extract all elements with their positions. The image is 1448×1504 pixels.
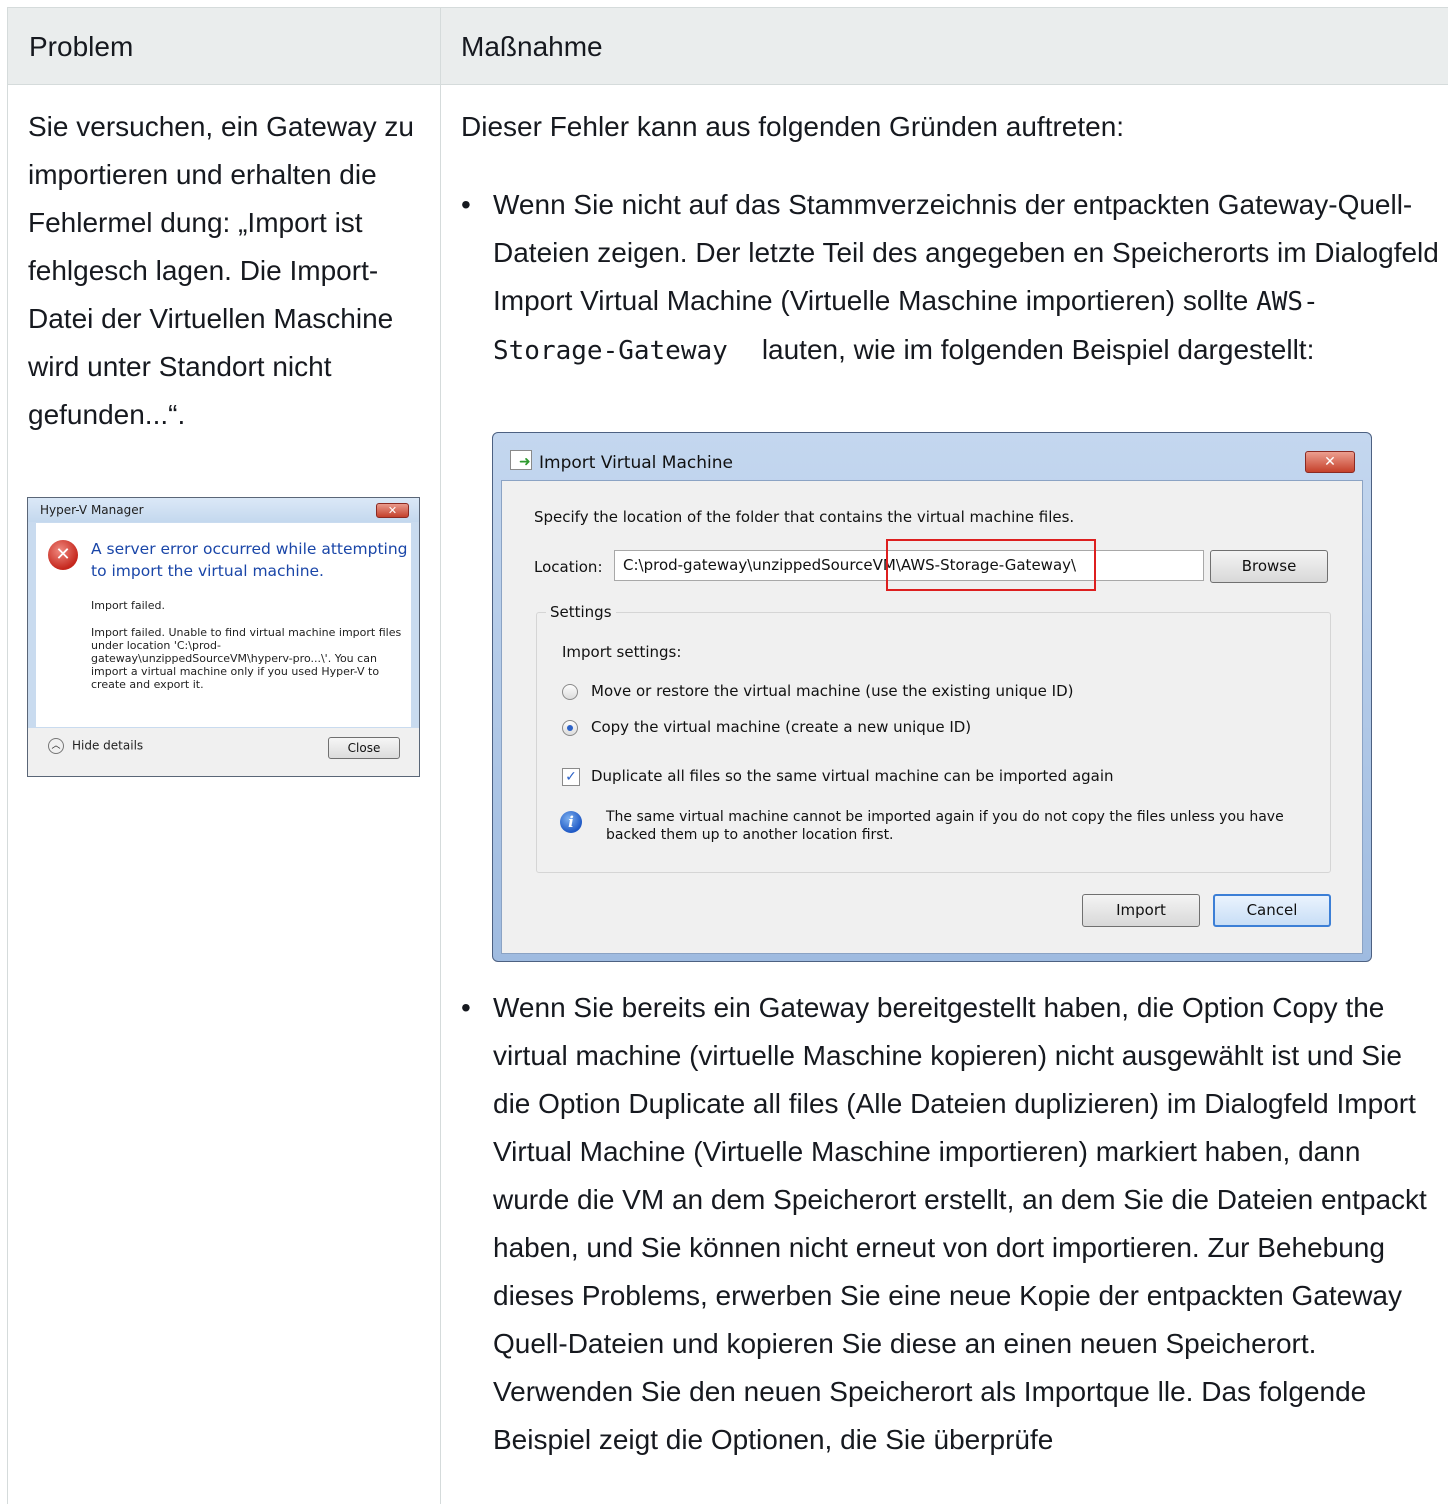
import-instruction: Specify the location of the folder that … [534, 508, 1075, 526]
hyperv-sub-message: Import failed. [91, 599, 165, 612]
radio-copy[interactable] [562, 720, 578, 736]
duplicate-checkbox[interactable]: ✓ [562, 768, 580, 786]
chevron-up-icon: ︿ [48, 738, 64, 754]
option-copy-label[interactable]: Copy the virtual machine (create a new u… [591, 718, 971, 736]
error-icon: ✕ [48, 540, 78, 570]
header-problem: Problem [29, 31, 134, 62]
import-titlebar: ➜ Import Virtual Machine ✕ [493, 433, 1371, 473]
hyperv-footer: ︿ Hide details Close [28, 728, 419, 776]
option-move-label[interactable]: Move or restore the virtual machine (use… [591, 682, 1073, 700]
hyperv-title: Hyper-V Manager [40, 503, 144, 517]
hyperv-error-dialog: Hyper-V Manager ✕ ✕ A server error occur… [27, 497, 420, 777]
settings-label: Settings [546, 603, 616, 621]
bullet-2-text: Wenn Sie bereits ein Gateway bereitgeste… [493, 992, 1427, 1455]
cancel-button[interactable]: Cancel [1213, 894, 1331, 927]
info-text: The same virtual machine cannot be impor… [606, 809, 1284, 843]
info-icon: i [560, 811, 582, 833]
highlight-box [886, 539, 1096, 591]
bullet-1-text: Wenn Sie nicht auf das Stammverzeichnis … [493, 181, 1443, 375]
hyperv-main-message: A server error occurred while attempting… [91, 540, 408, 580]
import-vm-dialog: ➜ Import Virtual Machine ✕ Specify the l… [492, 432, 1372, 962]
location-label: Location: [534, 558, 603, 576]
hyperv-body: ✕ A server error occurred while attempti… [36, 523, 411, 727]
measure-intro: Dieser Fehler kann aus folgenden Gründen… [461, 111, 1125, 142]
close-button[interactable]: Close [328, 737, 400, 759]
duplicate-label[interactable]: Duplicate all files so the same virtual … [591, 767, 1114, 785]
hyperv-detail-message: Import failed. Unable to find virtual ma… [91, 626, 402, 691]
import-button[interactable]: Import [1082, 894, 1200, 927]
close-icon[interactable]: ✕ [1305, 451, 1355, 473]
column-divider [440, 7, 441, 1504]
bullet-1-after: lauten, wie im folgenden Beispiel darges… [761, 334, 1315, 365]
hide-details-label: Hide details [72, 738, 144, 753]
problem-description: Sie versuchen, ein Gateway zu importiere… [28, 111, 414, 430]
browse-button[interactable]: Browse [1210, 550, 1328, 583]
radio-move[interactable] [562, 684, 578, 700]
document-page: Problem Maßnahme Sie versuchen, ein Gate… [0, 0, 1448, 1504]
header-massnahme: Maßnahme [461, 31, 603, 62]
close-icon[interactable]: ✕ [376, 503, 409, 518]
table-header-row: Problem Maßnahme [8, 7, 1448, 85]
bullet-dot: • [461, 189, 471, 220]
hide-details-button[interactable]: ︿ Hide details [48, 738, 143, 754]
import-title: Import Virtual Machine [539, 453, 733, 473]
bullet-dot: • [461, 992, 471, 1023]
hyperv-titlebar: Hyper-V Manager ✕ [28, 498, 419, 522]
import-settings-label: Import settings: [562, 643, 682, 661]
import-app-icon: ➜ [510, 450, 532, 470]
